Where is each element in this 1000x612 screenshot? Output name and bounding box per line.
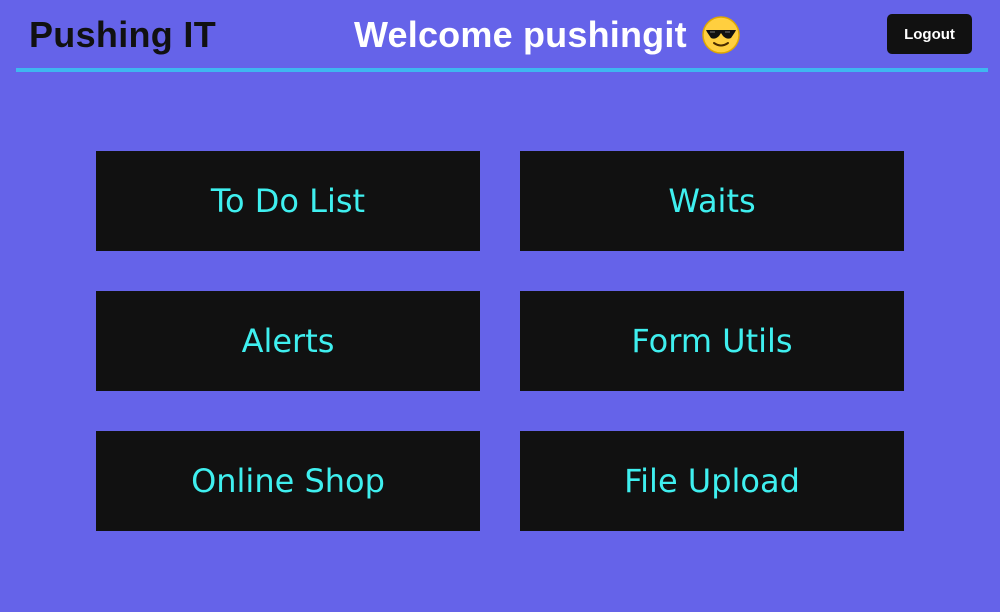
welcome-banner: Welcome pushingit	[354, 14, 741, 56]
top-header: Pushing IT Welcome pushingit Logout	[16, 0, 988, 72]
tile-online-shop[interactable]: Online Shop	[96, 431, 480, 531]
tile-file-upload[interactable]: File Upload	[520, 431, 904, 531]
tile-waits[interactable]: Waits	[520, 151, 904, 251]
sunglasses-face-icon	[701, 15, 741, 55]
welcome-text: Welcome pushingit	[354, 14, 687, 55]
tile-alerts[interactable]: Alerts	[96, 291, 480, 391]
module-tiles-grid: To Do List Waits Alerts Form Utils Onlin…	[96, 151, 904, 531]
logout-button[interactable]: Logout	[887, 14, 972, 54]
tile-form-utils[interactable]: Form Utils	[520, 291, 904, 391]
brand-title: Pushing IT	[29, 14, 216, 55]
tile-to-do-list[interactable]: To Do List	[96, 151, 480, 251]
